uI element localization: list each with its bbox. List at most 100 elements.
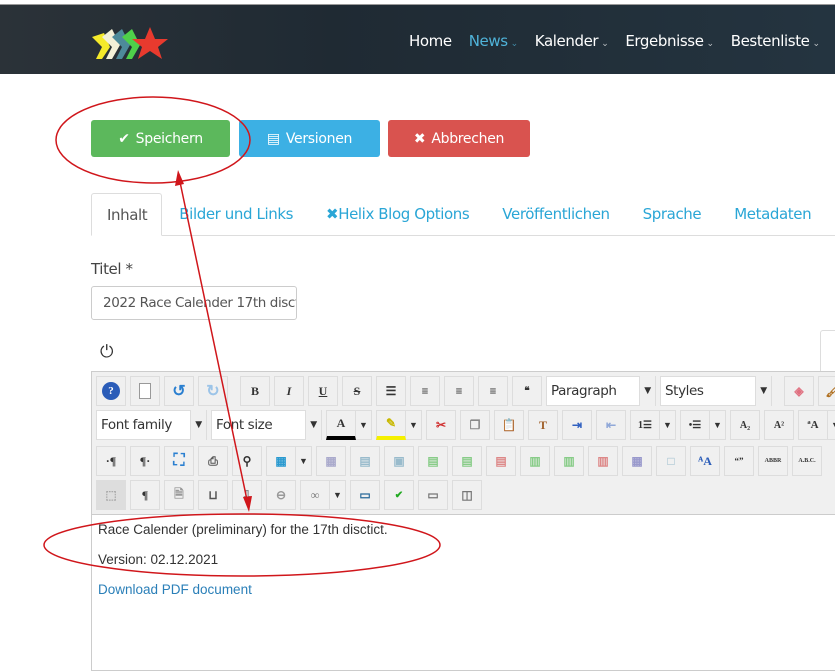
highlighter-icon[interactable]: ✎ [376,410,406,440]
superscript-icon[interactable]: A² [764,410,794,440]
split-cells-icon[interactable]: ▦ [622,446,652,476]
align-center-icon[interactable]: ≡ [410,376,440,406]
underline-icon[interactable]: U [308,376,338,406]
blockquote-icon[interactable]: ❝ [512,376,542,406]
text-color-button[interactable]: A ▼ [326,410,372,440]
cancel-button[interactable]: ✖ Abbrechen [388,120,530,157]
merge-cells-icon[interactable]: □ [656,446,686,476]
caret-down-icon[interactable]: ▼ [660,410,676,440]
spellcheck-icon[interactable]: ✔ [384,480,414,510]
insert-row-after-icon[interactable]: ▤ [452,446,482,476]
new-document-icon[interactable] [130,376,160,406]
show-blocks-icon[interactable]: ¶ [130,480,160,510]
insert-row-before-icon[interactable]: ▤ [418,446,448,476]
tab-bilder-und-links[interactable]: Bilder und Links [162,193,309,235]
paste-text-icon[interactable]: T [528,410,558,440]
bullet-list-button[interactable]: •☰ ▼ [680,410,726,440]
nav-news[interactable]: News ⌄ [469,32,519,50]
brush-icon[interactable]: 🖌 [818,376,835,406]
nav-home[interactable]: Home [409,32,452,50]
eraser-icon[interactable]: ◈ [784,376,814,406]
editor-toolbar: ? ↺ ↻ B I U S ☰ ≡ ≡ ≡ ❝ Paragraph ▼ Style… [92,372,835,515]
ordered-list-button[interactable]: 1☰ ▼ [630,410,676,440]
nav-ergebnisse[interactable]: Ergebnisse ⌄ [625,32,714,50]
help-icon[interactable]: ? [96,376,126,406]
tab-inhalt[interactable]: Inhalt [91,193,163,236]
caret-down-icon[interactable]: ▼ [710,410,726,440]
undo-icon[interactable]: ↺ [164,376,194,406]
editor-content[interactable]: Race Calender (preliminary) for the 17th… [98,522,388,612]
caret-down-icon[interactable]: ▼ [828,410,835,440]
table-icon[interactable]: ▦ [266,446,296,476]
cite-icon[interactable]: “” [724,446,754,476]
caret-down-icon[interactable]: ▼ [406,410,422,440]
change-case-icon[interactable]: ªA [798,410,828,440]
cell-props-icon[interactable]: ▣ [384,446,414,476]
cut-icon[interactable]: ✂ [426,410,456,440]
fullscreen-icon[interactable]: ⛶ [164,446,194,476]
align-left-icon[interactable]: ≡ [444,376,474,406]
italic-icon[interactable]: I [274,376,304,406]
outdent-icon[interactable]: ⇤ [596,410,626,440]
nonbreaking-icon[interactable]: ⊔ [198,480,228,510]
paste-icon[interactable]: 📋 [494,410,524,440]
download-pdf-link[interactable]: Download PDF document [98,582,252,597]
unlink-icon[interactable]: ⊖ [266,480,296,510]
style-props-icon[interactable]: ᴬA [690,446,720,476]
ltr-icon[interactable]: ·¶ [96,446,126,476]
strikethrough-icon[interactable]: S [342,376,372,406]
delete-col-icon[interactable]: ▥ [588,446,618,476]
bold-icon[interactable]: B [240,376,270,406]
print-icon[interactable]: ⎙ [198,446,228,476]
anchor-icon[interactable]: ⇩ [232,480,262,510]
font-size-select[interactable]: Font size ▼ [211,410,322,440]
versions-button[interactable]: ▤ Versionen [239,120,380,157]
image-icon[interactable]: ▭ [350,480,380,510]
font-family-select[interactable]: Font family ▼ [96,410,207,440]
paragraph-select[interactable]: Paragraph ▼ [546,376,656,406]
subscript-icon[interactable]: A₂ [730,410,760,440]
caret-down-icon: ▼ [305,410,321,440]
delete-table-icon[interactable]: ▦ [316,446,346,476]
abbr-icon[interactable]: ABBR [758,446,788,476]
visual-aid-icon[interactable]: ⬚ [96,480,126,510]
insert-col-before-icon[interactable]: ▥ [520,446,550,476]
search-replace-icon[interactable]: ⚲ [232,446,262,476]
ordered-list-icon[interactable]: 1☰ [630,410,660,440]
change-case-button[interactable]: ªA▼ [798,410,835,440]
link-button[interactable]: ∞ ▼ [300,480,346,510]
nav-bestenliste[interactable]: Bestenliste ⌄ [731,32,820,50]
link-icon[interactable]: ∞ [300,480,330,510]
delete-row-icon[interactable]: ▤ [486,446,516,476]
chevron-down-icon: ⌄ [601,39,609,49]
save-button[interactable]: ✔ Speichern [91,120,230,157]
copy-icon[interactable]: ❐ [460,410,490,440]
title-input[interactable]: 2022 Race Calender 17th disctict [91,286,297,320]
bullet-list-icon[interactable]: •☰ [680,410,710,440]
table-button[interactable]: ▦ ▼ [266,446,312,476]
tab-helix-blog-options[interactable]: ✖Helix Blog Options [309,193,485,235]
power-icon[interactable]: ⏻ [100,342,113,362]
nav-kalender[interactable]: Kalender ⌄ [535,32,609,50]
align-justify-icon[interactable]: ☰ [376,376,406,406]
redo-icon[interactable]: ↻ [198,376,228,406]
caret-down-icon[interactable]: ▼ [330,480,346,510]
align-right-icon[interactable]: ≡ [478,376,508,406]
tab-metadaten[interactable]: Metadaten [717,193,827,235]
caret-down-icon[interactable]: ▼ [356,410,372,440]
rtl-icon[interactable]: ¶· [130,446,160,476]
horizontal-rule-icon[interactable]: ▭ [418,480,448,510]
text-color-icon[interactable]: A [326,410,356,440]
acronym-icon[interactable]: A.B.C. [792,446,822,476]
styles-select[interactable]: Styles ▼ [660,376,772,406]
insert-col-after-icon[interactable]: ▥ [554,446,584,476]
highlight-color-button[interactable]: ✎ ▼ [376,410,422,440]
logo[interactable] [90,23,170,63]
row-props-icon[interactable]: ▤ [350,446,380,476]
caret-down-icon[interactable]: ▼ [296,446,312,476]
template-icon[interactable]: ◫ [452,480,482,510]
indent-icon[interactable]: ⇥ [562,410,592,440]
tab-veroeffentlichen[interactable]: Veröffentlichen [485,193,625,235]
tab-sprache[interactable]: Sprache [626,193,718,235]
pagebreak-icon[interactable]: 🗎 [164,480,194,510]
